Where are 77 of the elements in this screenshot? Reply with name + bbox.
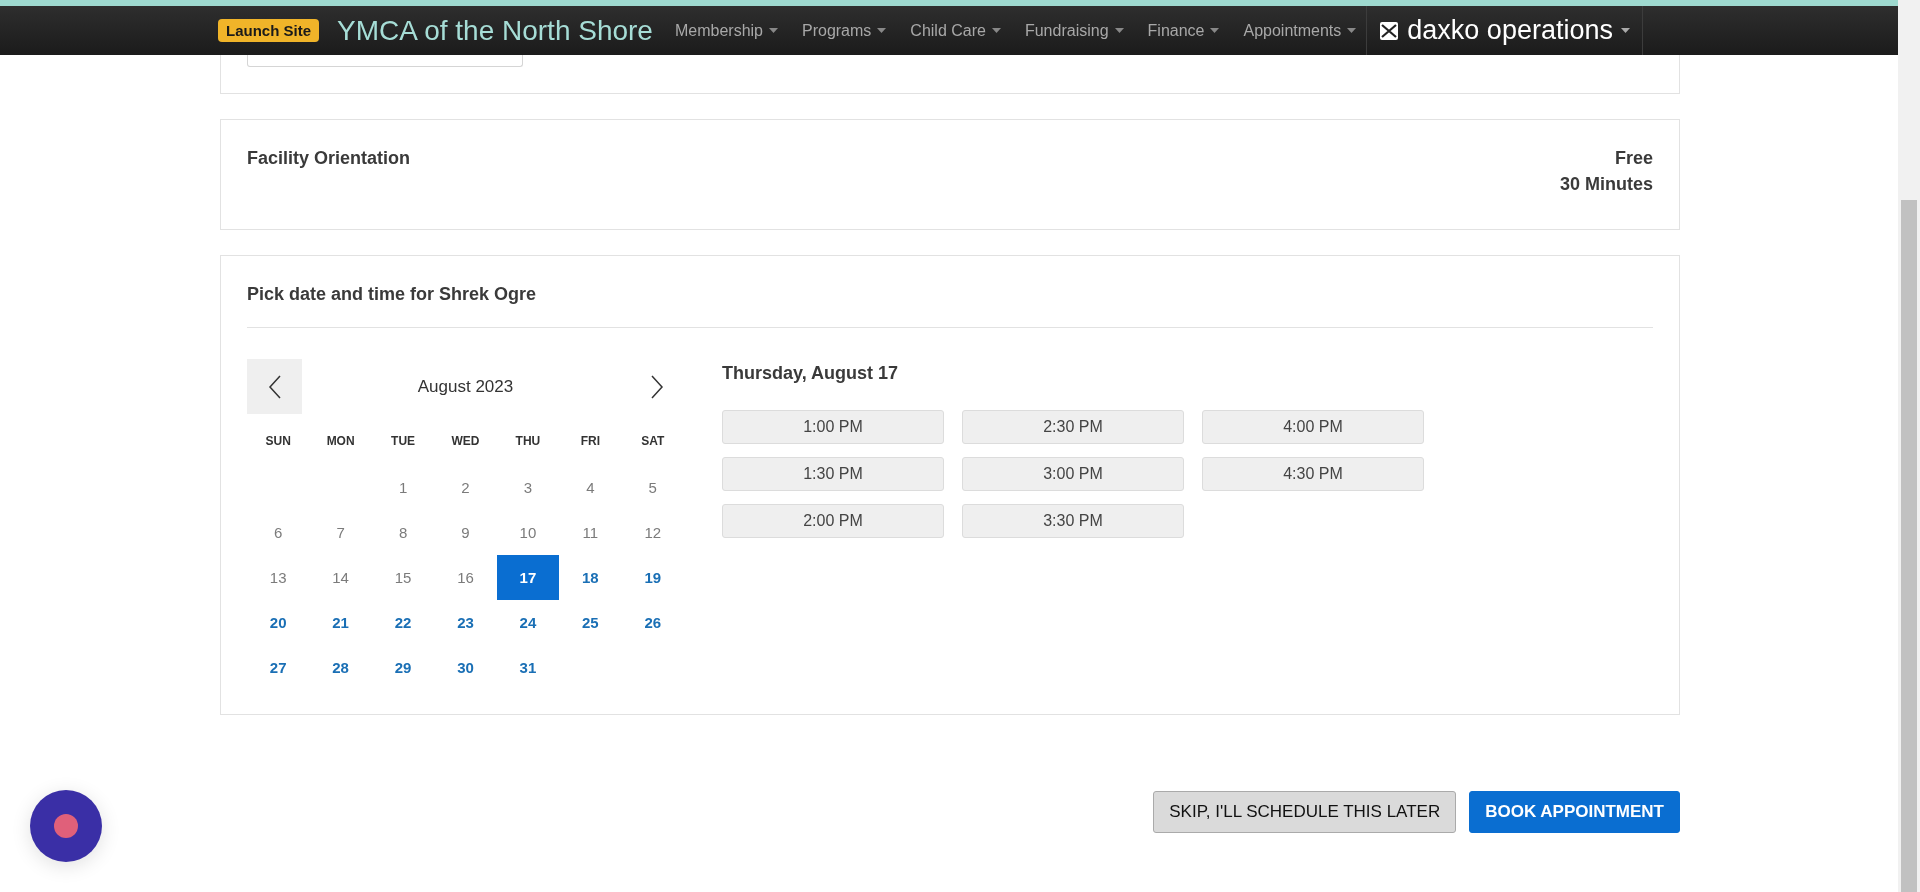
previous-month-button[interactable] (247, 359, 302, 414)
calendar-day: 11 (559, 510, 622, 555)
time-slot-button[interactable]: 1:00 PM (722, 410, 944, 444)
calendar-day: 4 (559, 465, 622, 510)
weekday-label: THU (515, 433, 541, 448)
month-label: August 2023 (417, 376, 514, 397)
calendar-day: 6 (247, 510, 310, 555)
scheduler-title: Pick date and time for Shrek Ogre (247, 284, 538, 305)
caret-icon (1210, 28, 1220, 33)
caret-icon (991, 28, 1001, 33)
calendar-day[interactable]: 17 (496, 555, 560, 600)
caret-icon (877, 28, 887, 33)
service-name: Facility Orientation (247, 148, 411, 170)
caret-icon (769, 28, 778, 33)
weekday-label: MON (326, 433, 355, 448)
menu-item[interactable]: Fundraising (1024, 21, 1124, 40)
menu-item[interactable]: Finance (1147, 21, 1220, 40)
time-slot-button[interactable]: 3:30 PM (962, 504, 1184, 538)
calendar-day: 5 (621, 465, 684, 510)
selected-date-heading: Thursday, August 17 (722, 363, 900, 384)
menu-item[interactable]: Programs (802, 21, 887, 40)
calendar-day: 3 (496, 465, 560, 510)
scrollbar[interactable] (1898, 0, 1920, 892)
scrollbar-thumb[interactable] (1901, 200, 1917, 892)
calendar-day[interactable]: 21 (309, 600, 372, 645)
weekday-label: WED (451, 433, 480, 448)
calendar-day[interactable]: 26 (621, 600, 684, 645)
calendar-day[interactable]: 18 (559, 555, 622, 600)
calendar-day: 10 (496, 510, 560, 555)
calendar-day[interactable]: 25 (559, 600, 622, 645)
calendar-day[interactable]: 29 (371, 645, 435, 690)
calendar-day[interactable]: 27 (247, 645, 310, 690)
time-slot-button[interactable]: 4:00 PM (1202, 410, 1424, 444)
time-slot-button[interactable]: 2:30 PM (962, 410, 1184, 444)
chevron-left-icon (267, 374, 282, 399)
calendar-day[interactable]: 24 (496, 600, 560, 645)
weekday-label: TUE (391, 433, 416, 448)
calendar-day: 9 (434, 510, 497, 555)
site-title: YMCA of the North Shore (337, 14, 653, 47)
calendar-day[interactable]: 19 (621, 555, 684, 600)
calendar-day[interactable]: 30 (434, 645, 497, 690)
calendar-day: 13 (247, 555, 310, 600)
menu-item[interactable]: Membership (674, 21, 778, 40)
time-slot-button[interactable]: 3:00 PM (962, 457, 1184, 491)
menu-item[interactable]: Child Care (910, 21, 1001, 40)
caret-icon (1114, 28, 1124, 33)
caret-icon (1347, 28, 1357, 33)
product-menu[interactable]: daxko operations (1366, 6, 1643, 55)
time-slot-button[interactable]: 4:30 PM (1202, 457, 1424, 491)
calendar-day: 15 (371, 555, 435, 600)
service-duration: 30 Minutes (1559, 174, 1653, 195)
weekday-label: FRI (580, 433, 600, 448)
book-appointment-button[interactable]: BOOK APPOINTMENT (1469, 791, 1680, 833)
calendar-day: 12 (621, 510, 684, 555)
time-slot-button[interactable]: 1:30 PM (722, 457, 944, 491)
calendar-day[interactable]: 28 (309, 645, 372, 690)
calendar-day: 16 (434, 555, 497, 600)
calendar-day: 1 (371, 465, 435, 510)
time-slot-button[interactable]: 2:00 PM (722, 504, 944, 538)
launch-site-badge: Launch Site (218, 19, 319, 42)
skip-button[interactable]: SKIP, I'LL SCHEDULE THIS LATER (1153, 791, 1457, 833)
chevron-right-icon (649, 374, 664, 399)
caret-icon (1620, 28, 1630, 33)
service-price: Free (1614, 148, 1653, 169)
calendar-day: 7 (309, 510, 372, 555)
weekday-label: SUN (265, 433, 291, 448)
weekday-label: SAT (641, 433, 665, 448)
calendar-day[interactable]: 23 (434, 600, 497, 645)
calendar-day: 2 (434, 465, 497, 510)
calendar-day: 8 (371, 510, 435, 555)
calendar-day[interactable]: 31 (496, 645, 560, 690)
input-field[interactable] (247, 55, 523, 67)
calendar-day[interactable]: 20 (247, 600, 310, 645)
calendar-day: 14 (309, 555, 372, 600)
menu-item[interactable]: Appointments (1243, 21, 1357, 40)
dot-icon (54, 814, 78, 838)
calendar-day[interactable]: 22 (371, 600, 435, 645)
